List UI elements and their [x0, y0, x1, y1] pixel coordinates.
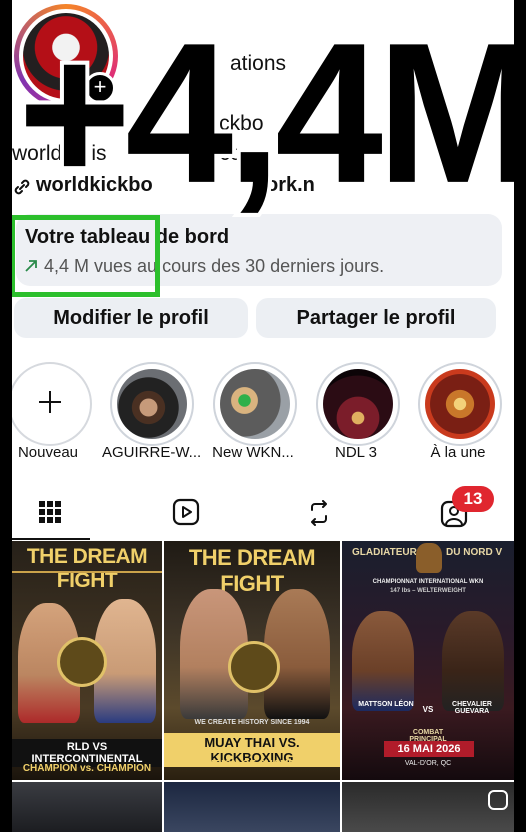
post-3-date: 16 MAI 2026: [384, 741, 474, 757]
reposts-tab-icon[interactable]: [306, 500, 332, 526]
post-3-subtitle: CHAMPIONNAT INTERNATIONAL WKN: [372, 579, 484, 585]
share-profile-button[interactable]: Partager le profil: [256, 298, 496, 338]
story-label-new: Nouveau: [17, 444, 79, 461]
story-label-new-wkn: New WKN...: [212, 444, 294, 461]
post-3-helmet: [416, 543, 442, 573]
post-3-fighter-right: [442, 611, 504, 711]
story-ndl3-image: [323, 369, 393, 439]
story-new[interactable]: [12, 362, 92, 446]
story-aguirre[interactable]: [110, 362, 194, 446]
story-label-ndl3: NDL 3: [335, 444, 377, 461]
grid-tab-icon[interactable]: [38, 500, 62, 524]
post-3-vs: VS: [422, 705, 434, 714]
plus-icon: [38, 390, 62, 414]
active-tab-indicator: [12, 538, 90, 540]
story-featured-image: [425, 369, 495, 439]
grid-post-3[interactable]: GLADIATEURS DU NORD V CHAMPIONNAT INTERN…: [342, 541, 514, 780]
story-new-wkn-image: [220, 369, 290, 439]
post-1-belt: [57, 637, 107, 687]
post-multi-icon: [488, 790, 508, 810]
post-1-title: THE DREAM FIGHT: [26, 545, 148, 592]
grid-post-1[interactable]: THE DREAM FIGHT RLD VS INTERCONTINENTAL …: [12, 541, 162, 780]
post-3-left-name: MATTSON LÉON: [358, 701, 414, 708]
views-overlay-text: +4,4M: [14, 1, 514, 226]
story-label-featured: À la une: [430, 444, 486, 461]
story-aguirre-image: [117, 369, 187, 439]
grid-post-2[interactable]: THE DREAM FIGHT WE CREATE HISTORY SINCE …: [164, 541, 340, 780]
post-3-fighter-left: [352, 611, 414, 711]
post-3-title-2: DU NORD V: [446, 547, 503, 558]
post-2-footer: CHAMPION OF CHAMPIONS: [184, 759, 320, 770]
reels-tab-icon[interactable]: [172, 498, 200, 526]
post-3-title: GLADIATEURS: [352, 547, 424, 558]
story-featured[interactable]: [418, 362, 502, 446]
grid-post-4[interactable]: [12, 782, 162, 832]
post-2-banner: WE CREATE HISTORY SINCE 1994: [194, 719, 310, 726]
story-ndl3[interactable]: [316, 362, 400, 446]
highlight-box: [12, 215, 160, 297]
phone-screen: + ations kickbo world. It is 5 co worldk…: [12, 0, 514, 832]
post-2-title: THE DREAM FIGHT: [188, 545, 316, 596]
post-2-belt: [228, 641, 280, 693]
post-3-right-name: CHEVALIER GUEVARA: [452, 701, 492, 715]
story-new-wkn[interactable]: [213, 362, 297, 446]
edit-profile-button[interactable]: Modifier le profil: [14, 298, 248, 338]
grid-post-5[interactable]: [164, 782, 340, 832]
post-3-weight: 147 lbs – WELTERWEIGHT: [390, 588, 466, 594]
tagged-count-badge: 13: [452, 486, 494, 512]
post-3-place: VAL-D'OR, QC: [404, 760, 452, 767]
story-label-aguirre: AGUIRRE-W...: [102, 444, 202, 461]
post-1-footer: CHAMPION vs. CHAMPION: [22, 763, 152, 774]
